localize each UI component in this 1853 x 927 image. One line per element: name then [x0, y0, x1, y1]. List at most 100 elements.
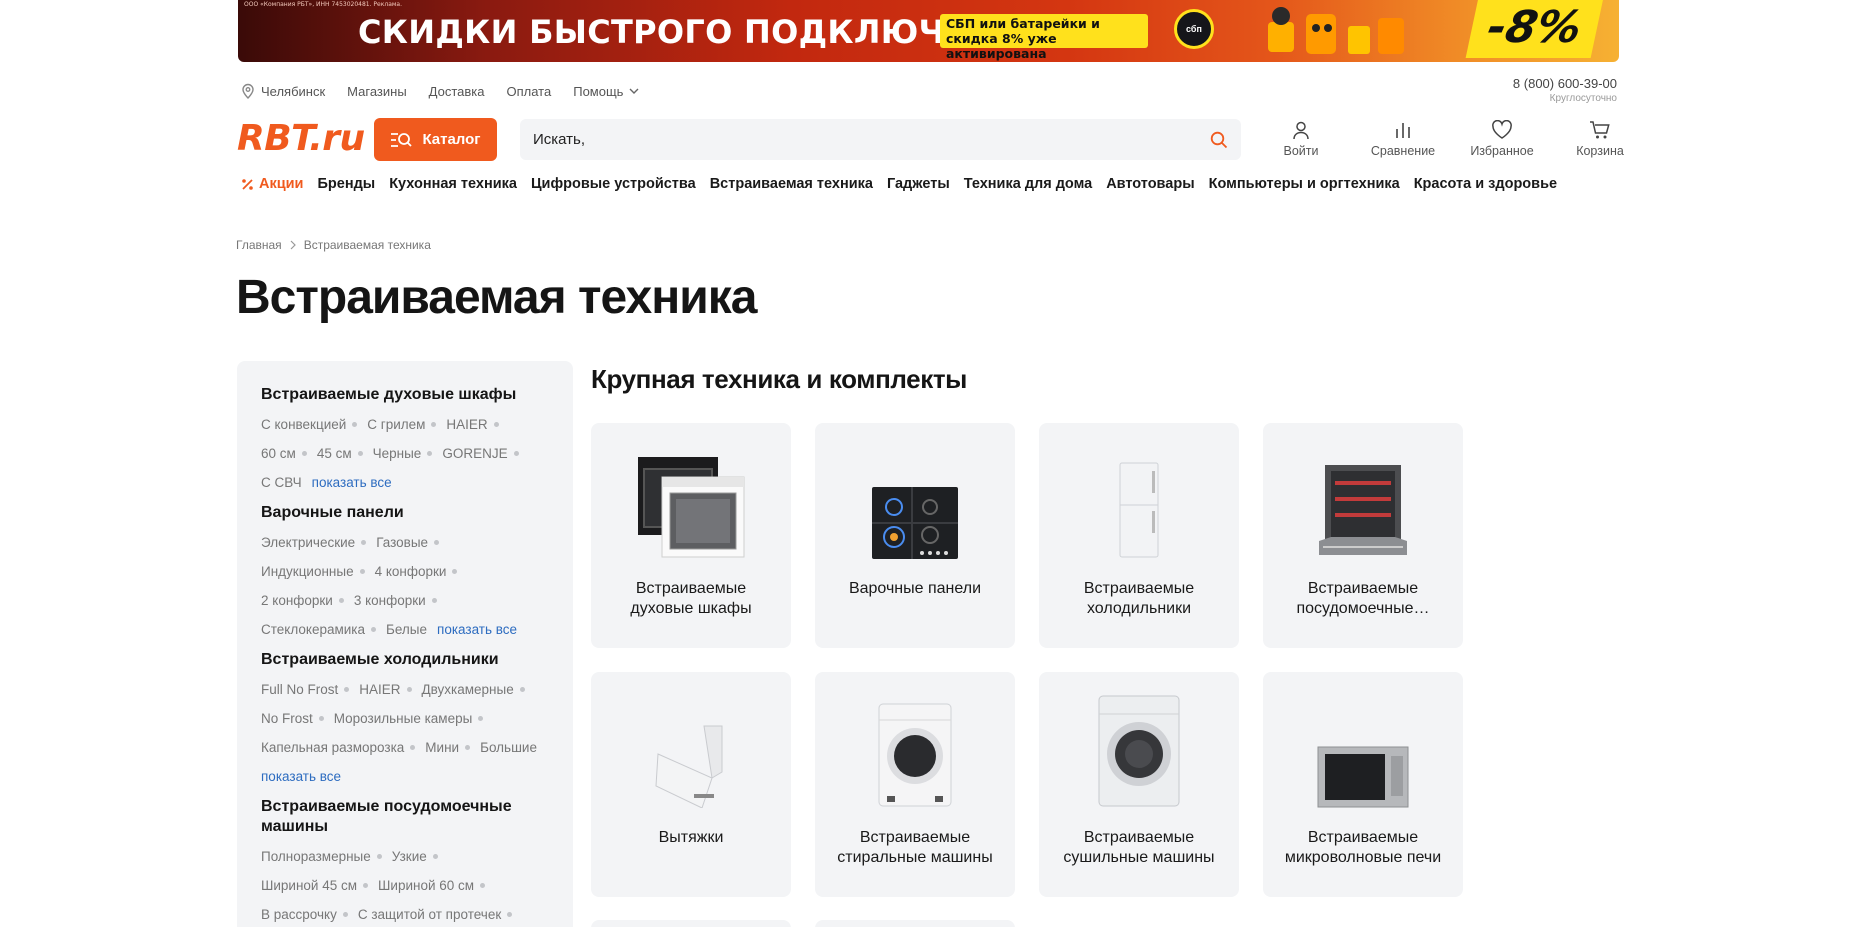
filter-tag[interactable]: Индукционные	[261, 557, 365, 586]
favorites-button[interactable]: Избранное	[1469, 120, 1535, 158]
phone-block[interactable]: 8 (800) 600-39-00 Круглосуточно	[1513, 76, 1617, 104]
nav-item-digital[interactable]: Цифровые устройства	[531, 176, 696, 192]
category-card[interactable]: Встраиваемые духовые шкафы	[591, 423, 791, 648]
nav-item-beauty[interactable]: Красота и здоровье	[1414, 176, 1557, 192]
filter-tag[interactable]: Шириной 60 см	[378, 871, 486, 900]
category-card[interactable]: Встраиваемые сушильные машины	[1039, 672, 1239, 897]
filter-tag[interactable]: С грилем	[367, 410, 437, 439]
help-label: Помощь	[573, 83, 624, 99]
filter-tag[interactable]: С СВЧ	[261, 468, 302, 497]
category-card[interactable]: Вытяжки	[591, 672, 791, 897]
nav-item-gadgets[interactable]: Гаджеты	[887, 176, 950, 192]
search-icon[interactable]	[1210, 131, 1228, 149]
cart-icon	[1590, 121, 1610, 139]
cart-label: Корзина	[1576, 144, 1624, 158]
category-card-label: Встраиваемые стиральные машины	[837, 829, 993, 866]
stores-link[interactable]: Магазины	[347, 84, 407, 99]
city-selector[interactable]: Челябинск	[241, 83, 325, 99]
filter-tag[interactable]: Шириной 45 см	[261, 871, 369, 900]
filter-tag[interactable]: В рассрочку	[261, 900, 348, 927]
filter-tag[interactable]: 45 см	[317, 439, 363, 468]
payment-link[interactable]: Оплата	[507, 84, 552, 99]
filter-tag[interactable]: Морозильные камеры	[334, 704, 484, 733]
filter-tag[interactable]: Full No Frost	[261, 675, 350, 704]
help-dropdown[interactable]: Помощь	[573, 84, 639, 99]
heart-icon	[1492, 120, 1512, 139]
filter-tag[interactable]: С защитой от протечек	[358, 900, 513, 927]
sidebar-group: Встраиваемые холодильники Full No Frost …	[261, 650, 551, 791]
sidebar-group-title[interactable]: Варочные панели	[261, 503, 551, 523]
phone-number[interactable]: 8 (800) 600-39-00	[1513, 76, 1617, 91]
sidebar-group: Встраиваемые посудомоечные машины Полнор…	[261, 797, 551, 927]
sidebar-group-title[interactable]: Встраиваемые посудомоечные машины	[261, 797, 551, 837]
nav-item-kitchen[interactable]: Кухонная техника	[389, 176, 517, 192]
site-logo[interactable]: RBT.ru	[237, 118, 365, 159]
hob-image	[872, 487, 958, 559]
category-card[interactable]: Встраиваемые микроволновые печи	[1263, 672, 1463, 897]
percent-icon	[242, 178, 253, 190]
filter-tag[interactable]: GORENJE	[442, 439, 519, 468]
filter-tag[interactable]: HAIER	[359, 675, 412, 704]
filter-tag[interactable]: 2 конфорки	[261, 586, 344, 615]
filter-tag[interactable]: No Frost	[261, 704, 324, 733]
nav-item-auto[interactable]: Автотовары	[1106, 176, 1194, 192]
show-all-link[interactable]: показать все	[437, 615, 517, 644]
nav-item-promo[interactable]: Акции	[241, 176, 303, 192]
breadcrumb-current: Встраиваемая техника	[303, 238, 431, 252]
filter-tag[interactable]: Полноразмерные	[261, 842, 382, 871]
category-card[interactable]: Встраиваемые холодильники	[1039, 423, 1239, 648]
filter-tag[interactable]: 4 конфорки	[375, 557, 458, 586]
filter-tag[interactable]: Мини	[425, 733, 471, 762]
category-card[interactable]: Встраиваемые посудомоечные…	[1263, 423, 1463, 648]
filter-tag[interactable]: Стеклокерамика	[261, 615, 376, 644]
nav-item-home[interactable]: Техника для дома	[964, 176, 1092, 192]
filter-tag[interactable]: 3 конфорки	[354, 586, 437, 615]
filter-tag[interactable]: Капельная разморозка	[261, 733, 416, 762]
category-card-label: Встраиваемые посудомоечные…	[1296, 580, 1430, 617]
search-input[interactable]	[533, 131, 1210, 148]
chevron-right-icon	[290, 240, 296, 250]
microwave-image	[1317, 746, 1409, 808]
banner-discount: -8%	[1465, 0, 1604, 58]
section-title: Крупная техника и комплекты	[591, 364, 967, 394]
filter-tag[interactable]: Электрические	[261, 528, 367, 557]
filter-tag[interactable]: Газовые	[376, 528, 440, 557]
compare-button[interactable]: Сравнение	[1370, 120, 1436, 158]
category-sidebar: Встраиваемые духовые шкафы С конвекцией …	[237, 361, 573, 927]
category-card-label: Вытяжки	[658, 829, 724, 846]
catalog-menu-icon	[391, 132, 413, 147]
sidebar-group-title[interactable]: Встраиваемые холодильники	[261, 650, 551, 670]
category-card-label: Встраиваемые духовые шкафы	[630, 580, 752, 617]
nav-item-built-in[interactable]: Встраиваемая техника	[710, 176, 873, 192]
breadcrumb-home[interactable]: Главная	[236, 238, 282, 252]
nav-item-brands[interactable]: Бренды	[317, 176, 375, 192]
show-all-link[interactable]: показать все	[261, 762, 341, 791]
sbp-badge: сбп	[1174, 9, 1214, 49]
category-card[interactable]: Варочные панели	[815, 423, 1015, 648]
catalog-label: Каталог	[422, 131, 481, 148]
filter-tag[interactable]: С конвекцией	[261, 410, 358, 439]
filter-tag[interactable]: HAIER	[446, 410, 499, 439]
filter-tag[interactable]: Белые	[386, 615, 427, 644]
banner-legal-text: ООО «Компания РБТ», ИНН 7453020481. Рекл…	[244, 1, 402, 8]
filter-tag[interactable]: Черные	[373, 439, 433, 468]
show-all-link[interactable]: показать все	[312, 468, 392, 497]
washer-image	[878, 703, 952, 807]
catalog-button[interactable]: Каталог	[374, 118, 497, 161]
filter-tag[interactable]: Большие	[480, 733, 537, 762]
category-card-label: Встраиваемые микроволновые печи	[1284, 829, 1442, 866]
nav-item-computers[interactable]: Компьютеры и оргтехника	[1209, 176, 1400, 192]
location-pin-icon	[242, 83, 254, 99]
fridge-image	[1119, 462, 1159, 558]
sidebar-group: Варочные панели Электрические Газовые Ин…	[261, 503, 551, 644]
sidebar-group-title[interactable]: Встраиваемые духовые шкафы	[261, 385, 551, 405]
filter-tag[interactable]: Двухкамерные	[422, 675, 525, 704]
delivery-link[interactable]: Доставка	[429, 84, 485, 99]
header-actions: Войти Сравнение Избранное Корзина	[1280, 120, 1625, 158]
filter-tag[interactable]: Узкие	[392, 842, 438, 871]
promo-banner[interactable]: ООО «Компания РБТ», ИНН 7453020481. Рекл…	[238, 0, 1619, 62]
filter-tag[interactable]: 60 см	[261, 439, 307, 468]
cart-button[interactable]: Корзина	[1575, 120, 1625, 158]
login-button[interactable]: Войти	[1280, 120, 1322, 158]
category-card[interactable]: Встраиваемые стиральные машины	[815, 672, 1015, 897]
